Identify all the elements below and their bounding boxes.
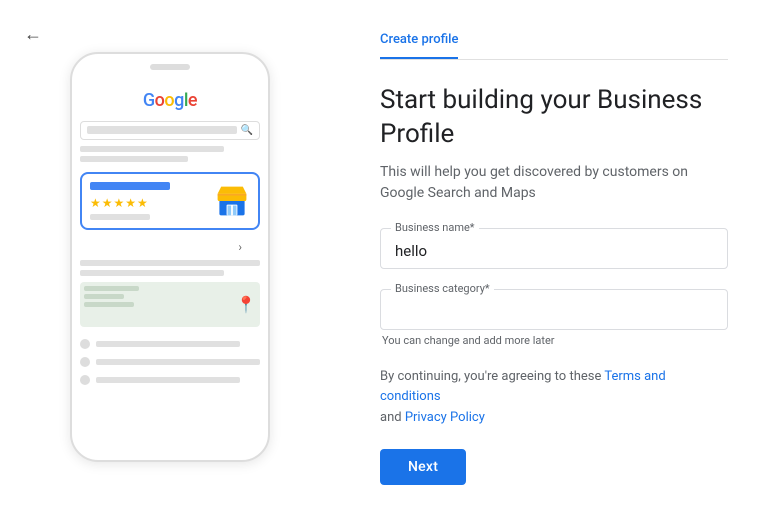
card-info: ★★★★★ <box>90 182 206 220</box>
placeholder-line <box>80 146 224 152</box>
phone-search-bar: 🔍 <box>80 121 260 140</box>
back-button[interactable]: ← <box>24 24 42 45</box>
placeholder-line <box>80 156 188 162</box>
business-name-group: Business name* <box>380 228 728 269</box>
phone-lines <box>80 146 260 162</box>
map-line <box>84 302 134 307</box>
business-name-wrapper[interactable]: Business name* <box>380 228 728 269</box>
map-area: 📍 <box>80 282 260 327</box>
business-name-input[interactable] <box>395 242 713 260</box>
phone-speaker <box>150 64 190 70</box>
terms-prefix: By continuing, you're agreeing to these <box>380 369 604 384</box>
business-category-input[interactable] <box>395 303 713 321</box>
page-subtitle: This will help you get discovered by cus… <box>380 162 728 204</box>
phone-search-line <box>87 126 237 134</box>
star-rating: ★★★★★ <box>90 196 206 210</box>
privacy-link[interactable]: Privacy Policy <box>405 410 485 425</box>
placeholder-line <box>96 341 240 347</box>
right-panel: Create profile Start building your Busin… <box>340 0 768 513</box>
search-icon: 🔍 <box>241 125 253 136</box>
business-card-highlight: ★★★★★ <box>80 172 260 230</box>
phone-icon <box>80 357 90 367</box>
business-category-label: Business category* <box>391 282 494 295</box>
chevron-row: › <box>80 240 260 254</box>
business-category-group: Business category* You can change and ad… <box>380 289 728 347</box>
business-category-hint: You can change and add more later <box>380 334 728 347</box>
terms-and: and <box>380 410 405 425</box>
phone-mockup: Google 🔍 ★★★★★ <box>70 52 270 462</box>
placeholder-line <box>96 359 260 365</box>
page-title: Start building your Business Profile <box>380 84 728 152</box>
phone-info-rows <box>80 333 260 391</box>
map-line <box>84 294 124 299</box>
terms-text: By continuing, you're agreeing to these … <box>380 367 728 429</box>
phone-row-phone <box>80 355 260 369</box>
business-category-wrapper[interactable]: Business category* <box>380 289 728 330</box>
map-pin-icon: 📍 <box>236 295 256 314</box>
placeholder-line <box>80 270 224 276</box>
store-icon <box>214 183 250 219</box>
phone-row-clock <box>80 337 260 351</box>
next-button[interactable]: Next <box>380 449 466 485</box>
clock-icon <box>80 339 90 349</box>
map-lines <box>84 286 139 307</box>
card-sub-line <box>90 214 150 220</box>
business-name-label: Business name* <box>391 221 479 234</box>
placeholder-line <box>80 260 260 266</box>
google-logo: Google <box>80 90 260 111</box>
placeholder-line <box>96 377 240 383</box>
phone-row-web <box>80 373 260 387</box>
tab-bar: Create profile <box>380 32 728 60</box>
map-line <box>84 286 139 291</box>
tab-create-profile[interactable]: Create profile <box>380 32 458 59</box>
web-icon <box>80 375 90 385</box>
chevron-right-icon: › <box>238 240 242 254</box>
card-name-line <box>90 182 170 190</box>
phone-detail-lines <box>80 260 260 276</box>
